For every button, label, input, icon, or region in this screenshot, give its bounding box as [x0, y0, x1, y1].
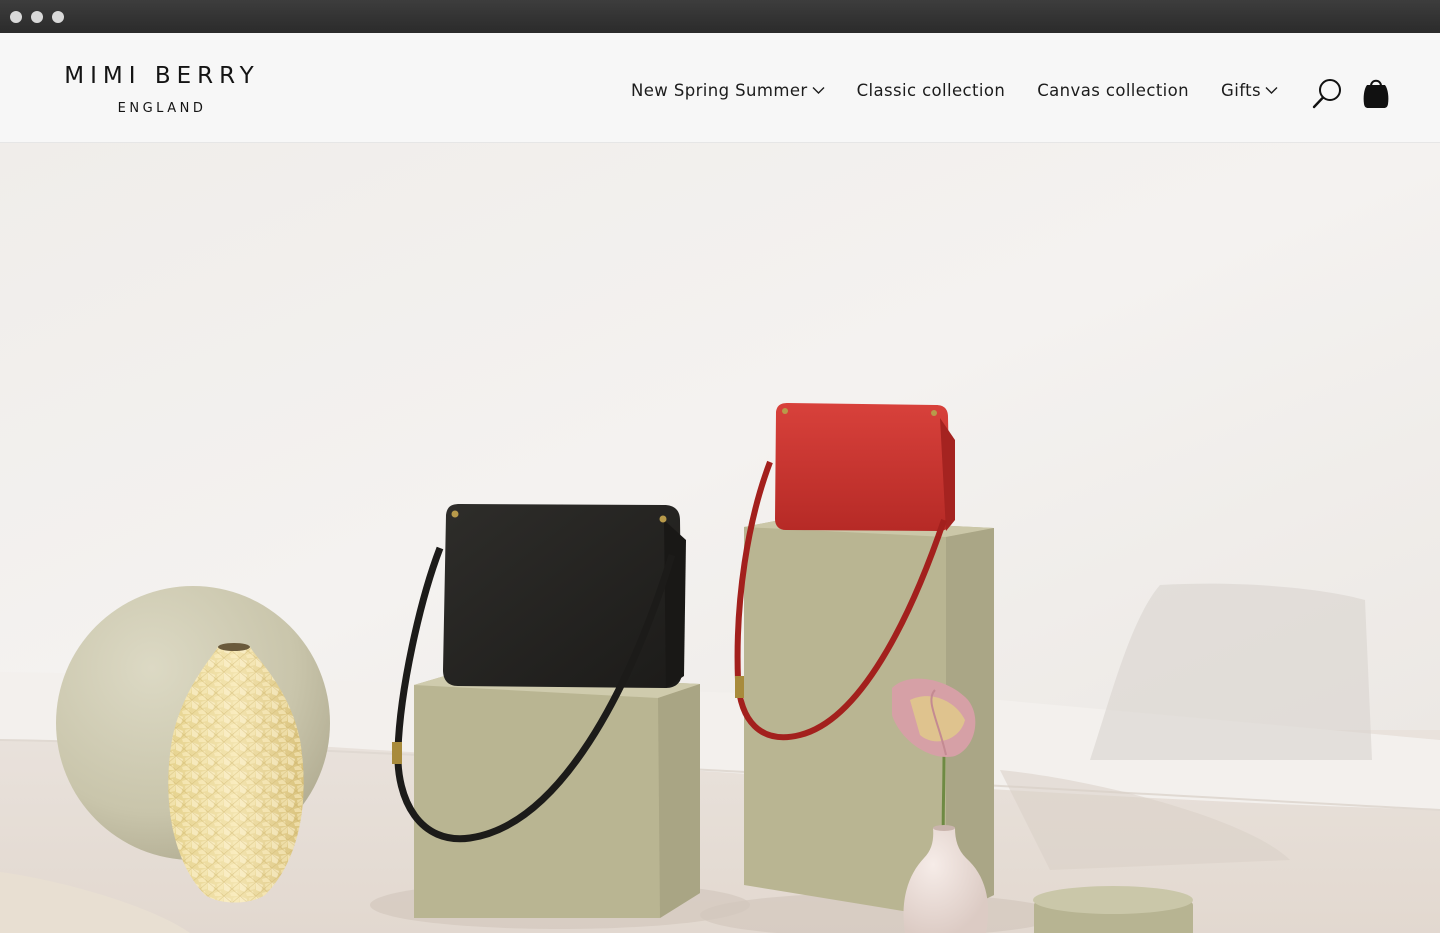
search-icon — [1312, 79, 1341, 109]
browser-window: MIMI BERRY ENGLAND New Spring Summer Cla… — [0, 0, 1440, 933]
browser-titlebar — [0, 0, 1440, 33]
cart-button[interactable] — [1361, 75, 1393, 108]
nav-item-label: Canvas collection — [1037, 81, 1190, 100]
nav-item-new-spring-summer[interactable]: New Spring Summer — [631, 81, 825, 100]
nav-item-label: New Spring Summer — [631, 81, 808, 100]
nav-item-label: Gifts — [1221, 81, 1261, 100]
chevron-down-icon — [1265, 87, 1278, 94]
main-navigation: New Spring Summer Classic collection Can… — [631, 81, 1278, 100]
nav-item-classic-collection[interactable]: Classic collection — [857, 81, 1006, 100]
chevron-down-icon — [812, 87, 825, 94]
nav-item-gifts[interactable]: Gifts — [1221, 81, 1278, 100]
hero-image — [0, 143, 1440, 933]
window-maximize-dot[interactable] — [52, 11, 64, 23]
brand-name: MIMI BERRY — [64, 63, 260, 89]
site-header: MIMI BERRY ENGLAND New Spring Summer Cla… — [0, 33, 1440, 143]
search-button[interactable] — [1311, 77, 1343, 109]
nav-item-canvas-collection[interactable]: Canvas collection — [1037, 81, 1189, 100]
brand-subtitle: ENGLAND — [117, 101, 207, 116]
hero-banner[interactable] — [0, 143, 1440, 933]
window-minimize-dot[interactable] — [31, 11, 43, 23]
window-close-dot[interactable] — [10, 11, 22, 23]
nav-item-label: Classic collection — [856, 81, 1006, 100]
brand-logo[interactable]: MIMI BERRY ENGLAND — [54, 63, 270, 116]
shopping-bag-icon — [1363, 79, 1389, 108]
